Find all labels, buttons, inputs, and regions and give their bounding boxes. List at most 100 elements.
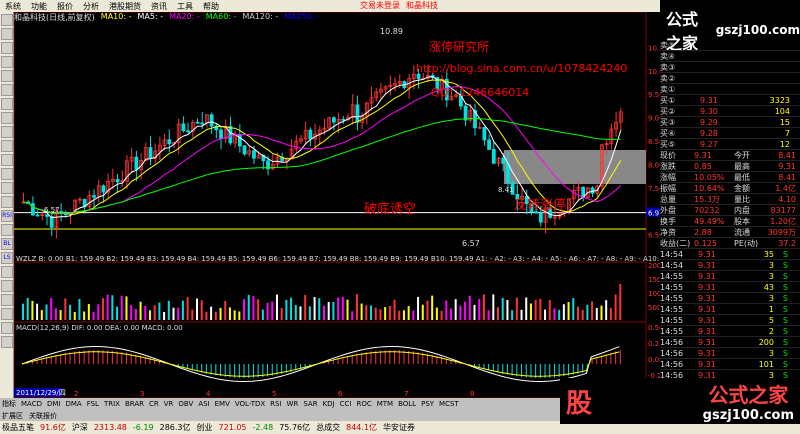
candle-body [538, 212, 543, 223]
candle-body [252, 150, 256, 159]
toolbar-button-17[interactable]: LS [1, 252, 13, 264]
extra-tab-1[interactable]: 关联报价 [29, 411, 57, 421]
status-left[interactable]: 极品五笔 [2, 422, 34, 433]
stat-value-2: 8.41 [778, 150, 796, 160]
toolbar-button-7[interactable] [1, 112, 13, 124]
menu-item-2[interactable]: 报价 [52, 1, 78, 12]
indicator-tab-11[interactable]: EMV [215, 400, 230, 408]
volume-bar [177, 307, 180, 320]
volume-bar [31, 300, 34, 320]
chart-area[interactable]: 和晶科技(日线,前复权) MA10: - MA5: - MA20: - MA60: -… [14, 12, 660, 402]
toolbar-button-22[interactable] [1, 322, 13, 334]
indicator-tab-17[interactable]: CCI [340, 400, 352, 408]
indicator-tab-19[interactable]: MTM [377, 400, 393, 408]
indicator-tab-7[interactable]: CR [149, 400, 159, 408]
menu-right-item-1[interactable]: 和晶科技 [406, 0, 438, 11]
tick-volume: 101 [758, 359, 774, 369]
tick-row: 14:54 9.31 35 S [660, 249, 800, 260]
candle-body [35, 214, 40, 217]
menu-right: 交易未登录 和晶科技 [360, 0, 438, 11]
indicator-tab-22[interactable]: MCST [439, 400, 459, 408]
quote-panel: 卖⑤ 卖④ 卖③ 卖② 卖① 买① 9.31 3323 买② 9.30 104 买③ 9.29 15 买④ 9… [660, 40, 800, 416]
indicator-tab-1[interactable]: MACD [21, 400, 42, 408]
toolbar-button-1[interactable] [1, 28, 13, 40]
toolbar-button-10[interactable] [1, 154, 13, 166]
tick-side: S [782, 260, 788, 270]
status-index-value: 844.1亿 [346, 423, 378, 432]
volume-bar [186, 296, 189, 320]
stat-label: 外盘 [660, 205, 676, 215]
watermark-site: gszj100.com [715, 23, 800, 37]
menu-right-item-0[interactable]: 交易未登录 [360, 0, 400, 11]
tick-row: 14:55 9.31 1 S [660, 304, 800, 315]
tick-price: 9.31 [698, 348, 716, 358]
toolbar-button-15[interactable] [1, 224, 13, 236]
volume-bar [243, 299, 246, 320]
tick-time: 14:56 [660, 337, 684, 347]
menu-item-6[interactable]: 工具 [172, 1, 198, 12]
menu-item-7[interactable]: 帮助 [198, 1, 224, 12]
volume-tick: 5000 [648, 304, 660, 312]
menu-item-0[interactable]: 系统 [0, 1, 26, 12]
indicator-tab-3[interactable]: DMA [65, 400, 81, 408]
menu-item-4[interactable]: 港股期货 [104, 1, 146, 12]
toolbar-button-0[interactable] [1, 14, 13, 26]
x-tick: 7 [404, 390, 408, 398]
volume-bar [205, 311, 208, 320]
toolbar-button-4[interactable] [1, 70, 13, 82]
menu-item-1[interactable]: 功能 [26, 1, 52, 12]
indicator-tab-5[interactable]: TRIX [104, 400, 120, 408]
mid-label: 8.41 [498, 186, 514, 194]
indicator-tab-12[interactable]: VOL-TDX [235, 400, 265, 408]
indicator-tab-14[interactable]: WR [287, 400, 299, 408]
volume-bar [506, 300, 509, 320]
indicator-tab-13[interactable]: RSI [270, 400, 281, 408]
volume-bar [139, 301, 142, 320]
toolbar-button-21[interactable] [1, 308, 13, 320]
indicator-tab-6[interactable]: BRAR [125, 400, 144, 408]
toolbar-button-5[interactable] [1, 84, 13, 96]
toolbar-button-6[interactable] [1, 98, 13, 110]
indicator-tab-9[interactable]: OBV [178, 400, 193, 408]
toolbar-button-18[interactable] [1, 266, 13, 278]
toolbar-button-13[interactable] [1, 196, 13, 208]
price-tick: 9.00 [648, 115, 660, 123]
watermark-site-bottom: gszj100.com [702, 408, 794, 423]
indicator-tab-8[interactable]: VR [164, 400, 174, 408]
toolbar-button-9[interactable] [1, 140, 13, 152]
indicator-tab-2[interactable]: DMI [47, 400, 61, 408]
toolbar-button-8[interactable] [1, 126, 13, 138]
blog-url[interactable]: http://blog.sina.com.cn/u/1078424240 [416, 62, 627, 75]
indicator-tab-21[interactable]: PSY [421, 400, 434, 408]
toolbar-button-20[interactable] [1, 294, 13, 306]
tick-row: 14:56 9.31 3 S [660, 348, 800, 359]
toolbar-button-14[interactable]: RSI [1, 210, 13, 222]
indicator-tab-0[interactable]: 指标 [2, 399, 16, 409]
toolbar-button-16[interactable]: BL [1, 238, 13, 250]
toolbar-button-3[interactable] [1, 56, 13, 68]
indicator-tab-15[interactable]: SAR [303, 400, 317, 408]
indicator-tab-16[interactable]: KDJ [323, 400, 335, 408]
extra-tab-0[interactable]: 扩展区 [2, 411, 23, 421]
stat-row: 现价 9.31 今开 8.41 [660, 150, 800, 161]
toolbar-button-23[interactable] [1, 336, 13, 348]
order-book-row: 卖⑤ [660, 40, 800, 51]
indicator-tab-10[interactable]: ASI [198, 400, 209, 408]
volume-bar [351, 311, 354, 320]
volume-bar [87, 304, 90, 320]
toolbar-button-11[interactable] [1, 168, 13, 180]
stat-label: 换手 [660, 216, 676, 226]
toolbar-button-19[interactable] [1, 280, 13, 292]
macd-pane-border [14, 321, 647, 399]
indicator-tab-18[interactable]: ROC [356, 400, 371, 408]
status-index-value: 721.05 [218, 423, 247, 432]
menu-item-3[interactable]: 分析 [78, 1, 104, 12]
indicator-tab-20[interactable]: BOLL [398, 400, 416, 408]
volume-bar [355, 294, 358, 320]
menu-item-5[interactable]: 资讯 [146, 1, 172, 12]
indicator-tab-4[interactable]: FSL [87, 400, 99, 408]
toolbar-button-2[interactable] [1, 42, 13, 54]
toolbar-button-12[interactable] [1, 182, 13, 194]
price-tick: 9.50 [648, 91, 660, 99]
tick-row: 14:56 9.31 200 S [660, 337, 800, 348]
